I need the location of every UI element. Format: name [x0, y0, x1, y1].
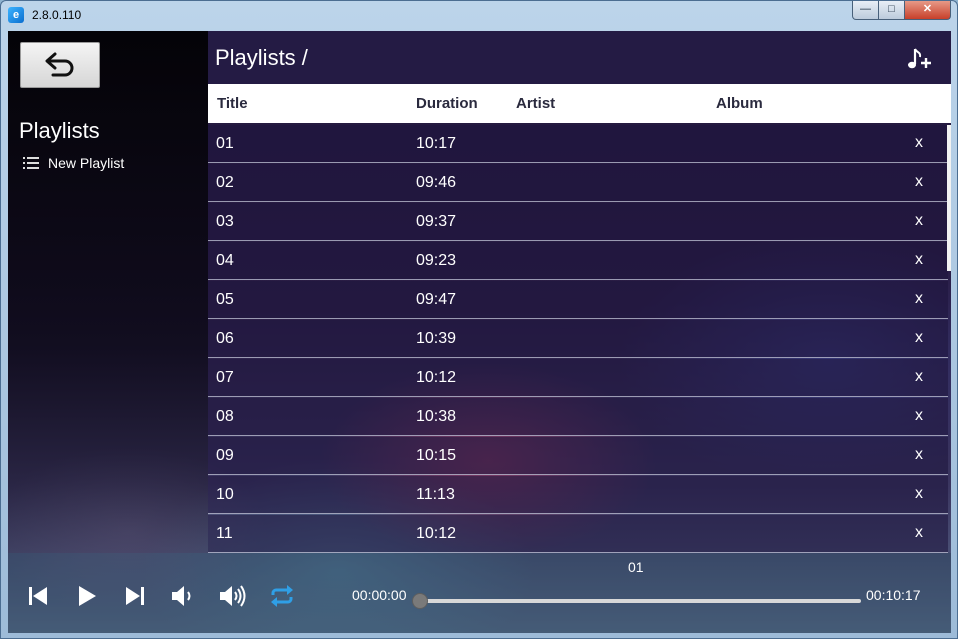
page-title: Playlists / — [215, 45, 308, 70]
track-duration: 10:17 — [416, 135, 457, 152]
app-window: e 2.8.0.110 — □ ✕ Playlists New Playlist… — [0, 0, 958, 639]
table-row[interactable]: 07 10:12 x — [208, 359, 948, 397]
volume-up-button[interactable] — [218, 583, 248, 609]
add-music-icon — [908, 48, 931, 69]
scrollbar-thumb[interactable] — [947, 125, 951, 271]
track-title: 06 — [216, 330, 234, 347]
track-duration: 09:47 — [416, 291, 457, 308]
volume-down-icon — [172, 586, 191, 606]
track-duration: 10:39 — [416, 330, 457, 347]
back-button[interactable] — [20, 42, 100, 88]
content-header: Playlists / — [208, 31, 951, 84]
playlist-table-body: 01 10:17 x 02 09:46 x 03 09:37 x 04 09:23 x 05 09:47 x… — [208, 125, 951, 553]
volume-up-icon — [220, 585, 246, 607]
add-music-button[interactable] — [905, 45, 933, 73]
player-controls: 01 00:00:00 00:10:17 — [8, 553, 951, 633]
sidebar-title: Playlists — [19, 118, 100, 143]
column-header-album[interactable]: Album — [716, 95, 763, 112]
track-title: 01 — [216, 135, 234, 152]
previous-button[interactable] — [23, 583, 53, 609]
track-title: 05 — [216, 291, 234, 308]
track-title: 03 — [216, 213, 234, 230]
track-duration: 10:38 — [416, 408, 457, 425]
track-title: 07 — [216, 369, 234, 386]
remove-track-button[interactable]: x — [915, 407, 923, 425]
remove-track-button[interactable]: x — [915, 173, 923, 191]
remove-track-button[interactable]: x — [915, 524, 923, 542]
track-title: 02 — [216, 174, 234, 191]
table-row[interactable]: 02 09:46 x — [208, 164, 948, 202]
track-duration: 10:15 — [416, 447, 457, 464]
track-title: 04 — [216, 252, 234, 269]
table-row[interactable]: 05 09:47 x — [208, 281, 948, 319]
remove-track-button[interactable]: x — [915, 485, 923, 503]
back-arrow-icon — [45, 52, 74, 77]
next-button[interactable] — [120, 583, 150, 609]
progress-handle[interactable] — [412, 593, 428, 609]
track-duration: 09:37 — [416, 213, 457, 230]
play-icon — [79, 586, 96, 606]
table-row[interactable]: 03 09:37 x — [208, 203, 948, 241]
track-title: 11 — [216, 525, 233, 542]
total-time: 00:10:17 — [866, 587, 921, 603]
table-row[interactable]: 06 10:39 x — [208, 320, 948, 358]
remove-track-button[interactable]: x — [915, 329, 923, 347]
track-title: 09 — [216, 447, 234, 464]
close-button[interactable]: ✕ — [905, 1, 951, 20]
table-header: Title Duration Artist Album — [208, 84, 951, 123]
table-row[interactable]: 09 10:15 x — [208, 437, 948, 475]
remove-track-button[interactable]: x — [915, 446, 923, 464]
progress-bar[interactable] — [420, 599, 861, 603]
skip-previous-icon — [29, 587, 47, 605]
track-title: 10 — [216, 486, 234, 503]
sidebar-item-label: New Playlist — [48, 155, 125, 171]
remove-track-button[interactable]: x — [915, 251, 923, 269]
maximize-button[interactable]: □ — [879, 1, 905, 20]
table-row[interactable]: 04 09:23 x — [208, 242, 948, 280]
column-header-artist[interactable]: Artist — [516, 95, 555, 112]
track-duration: 11:13 — [416, 486, 455, 503]
table-row[interactable]: 10 11:13 x — [208, 476, 948, 514]
column-header-title[interactable]: Title — [217, 95, 248, 112]
repeat-icon — [271, 585, 293, 607]
player-client-area: Playlists New Playlist Playlists / Title… — [8, 31, 951, 633]
track-duration: 10:12 — [416, 369, 457, 386]
sidebar-item-new-playlist[interactable]: New Playlist — [23, 155, 124, 171]
now-playing-title: 01 — [628, 559, 644, 575]
remove-track-button[interactable]: x — [915, 368, 923, 386]
title-bar[interactable]: e 2.8.0.110 — □ ✕ — [1, 1, 957, 31]
track-title: 08 — [216, 408, 234, 425]
minimize-button[interactable]: — — [852, 1, 879, 20]
remove-track-button[interactable]: x — [915, 290, 923, 308]
app-logo-icon: e — [8, 7, 24, 23]
play-button[interactable] — [72, 583, 102, 609]
remove-track-button[interactable]: x — [915, 212, 923, 230]
table-row[interactable]: 08 10:38 x — [208, 398, 948, 436]
skip-next-icon — [126, 587, 144, 605]
column-header-duration[interactable]: Duration — [416, 95, 478, 112]
table-row[interactable]: 11 10:12 x — [208, 515, 948, 553]
list-icon — [23, 157, 39, 169]
table-row[interactable]: 01 10:17 x — [208, 125, 948, 163]
track-duration: 09:23 — [416, 252, 457, 269]
remove-track-button[interactable]: x — [915, 134, 923, 152]
window-controls: — □ ✕ — [852, 1, 951, 20]
sidebar: Playlists New Playlist — [8, 31, 208, 553]
repeat-button[interactable] — [267, 583, 297, 609]
elapsed-time: 00:00:00 — [352, 587, 407, 603]
window-title: 2.8.0.110 — [32, 8, 82, 22]
track-duration: 10:12 — [416, 525, 457, 542]
track-duration: 09:46 — [416, 174, 457, 191]
volume-down-button[interactable] — [169, 583, 199, 609]
